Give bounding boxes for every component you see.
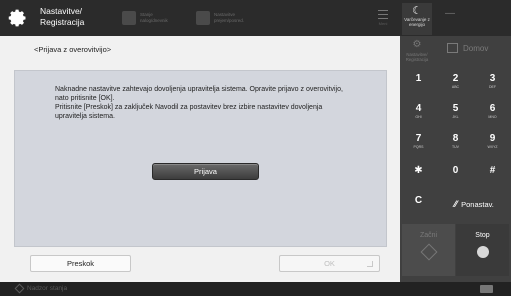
message-line-2: nato pritisnite [OK]. bbox=[55, 95, 115, 102]
clear-key[interactable]: C bbox=[400, 192, 437, 216]
status-monitor-button[interactable]: Nadzor stanja bbox=[14, 283, 68, 294]
key-3[interactable]: 3 DEF bbox=[474, 70, 511, 94]
key-0[interactable]: 0 bbox=[437, 162, 474, 186]
key-hash-digit: # bbox=[489, 165, 496, 176]
dash-button[interactable]: — bbox=[437, 8, 463, 28]
key-3-digit: 3 bbox=[489, 73, 496, 84]
key-1[interactable]: 1 bbox=[400, 70, 437, 94]
key-asterisk[interactable]: ✱ bbox=[400, 162, 437, 186]
key-2[interactable]: 2 ABC bbox=[437, 70, 474, 94]
key-9-letters: WXYZ bbox=[487, 145, 498, 149]
key-7[interactable]: 7 PQRS bbox=[400, 130, 437, 154]
skip-button[interactable]: Preskok bbox=[30, 255, 131, 272]
app-title-line1: Nastavitve/ bbox=[40, 6, 83, 16]
energy-saver-button[interactable]: ☾ Varčevanje z energijo bbox=[402, 3, 432, 35]
home-icon bbox=[447, 43, 458, 53]
message-line-3: Pritisnite [Preskok] za zaključek Navodi… bbox=[55, 104, 323, 111]
start-icon bbox=[420, 243, 437, 261]
job-status-icon bbox=[122, 11, 136, 25]
key-5[interactable]: 5 JKL bbox=[437, 100, 474, 124]
status-label: Nadzor stanja bbox=[27, 285, 68, 292]
app-title: Nastavitve/ Registracija bbox=[40, 6, 84, 28]
skip-button-label: Preskok bbox=[66, 259, 95, 268]
key-9[interactable]: 9 WXYZ bbox=[474, 130, 511, 154]
gear-small-icon: ⚙ bbox=[412, 39, 422, 50]
top-bar: Nastavitve/ Registracija Stanje nalog/dn… bbox=[0, 0, 511, 36]
stop-label: Stop bbox=[475, 232, 490, 239]
right-panel: ⚙ Nastavitve/ Registracija Domov 1 2 ABC … bbox=[400, 36, 511, 282]
key-2-digit: 2 bbox=[452, 73, 459, 84]
home-button[interactable]: Domov bbox=[447, 43, 488, 53]
energy-saver-label: Varčevanje z energijo bbox=[404, 17, 430, 27]
send-receive-icon bbox=[196, 11, 210, 25]
ok-button[interactable]: OK bbox=[279, 255, 380, 272]
menu-button[interactable]: Meni bbox=[368, 6, 398, 32]
job-status-label: Stanje nalog/dnevnik bbox=[140, 12, 168, 23]
breadcrumb: <Prijava z overovitvijo> bbox=[34, 45, 112, 54]
message-box: Naknadne nastavitve zahtevajo dovoljenja… bbox=[14, 70, 387, 247]
key-4[interactable]: 4 GHI bbox=[400, 100, 437, 124]
gear-icon bbox=[8, 9, 26, 27]
key-1-digit: 1 bbox=[415, 73, 422, 84]
status-bar: Nadzor stanja bbox=[0, 282, 511, 296]
key-7-letters: PQRS bbox=[413, 145, 424, 149]
stop-button[interactable]: Stop bbox=[456, 224, 509, 276]
key-8[interactable]: 8 TUV bbox=[437, 130, 474, 154]
reset-button[interactable]: ⁄⁄ Ponastav. bbox=[437, 192, 511, 216]
key-2-letters: ABC bbox=[451, 85, 460, 89]
main-panel: <Prijava z overovitvijo> Naknadne nastav… bbox=[0, 36, 400, 282]
key-6-digit: 6 bbox=[489, 103, 496, 114]
clear-key-label: C bbox=[414, 195, 423, 206]
ok-button-label: OK bbox=[324, 259, 335, 268]
send-receive-label: Nastavitve prejem/posred. bbox=[214, 12, 245, 23]
start-button[interactable]: Začni bbox=[402, 224, 455, 276]
message-text: Naknadne nastavitve zahtevajo dovoljenja… bbox=[55, 85, 375, 121]
settings-registration-button[interactable]: ⚙ Nastavitve/ Registracija bbox=[402, 38, 432, 68]
reset-label: Ponastav. bbox=[461, 199, 494, 209]
home-label: Domov bbox=[463, 43, 489, 53]
settings-registration-label: Nastavitve/ Registracija bbox=[405, 52, 429, 62]
key-5-digit: 5 bbox=[452, 103, 459, 114]
menu-label: Meni bbox=[378, 21, 388, 26]
enter-icon bbox=[367, 261, 373, 267]
key-8-letters: TUV bbox=[452, 145, 459, 149]
moon-icon: ☾ bbox=[412, 5, 422, 17]
key-9-digit: 9 bbox=[489, 133, 496, 144]
reset-icon: ⁄⁄ bbox=[454, 199, 458, 209]
stop-icon bbox=[476, 246, 489, 258]
battery-icon bbox=[480, 285, 493, 293]
key-hash[interactable]: # bbox=[474, 162, 511, 186]
send-receive-settings-button[interactable]: Nastavitve prejem/posred. bbox=[196, 8, 262, 28]
key-4-digit: 4 bbox=[415, 103, 422, 114]
job-status-button[interactable]: Stanje nalog/dnevnik bbox=[122, 8, 182, 28]
status-icon bbox=[14, 283, 25, 294]
message-line-1: Naknadne nastavitve zahtevajo dovoljenja… bbox=[55, 86, 343, 93]
key-4-letters: GHI bbox=[415, 115, 422, 119]
app-title-line2: Registracija bbox=[40, 17, 85, 27]
key-8-digit: 8 bbox=[452, 133, 459, 144]
key-7-digit: 7 bbox=[415, 133, 422, 144]
key-3-letters: DEF bbox=[489, 85, 496, 89]
key-5-letters: JKL bbox=[452, 115, 459, 119]
login-button[interactable]: Prijava bbox=[152, 163, 259, 180]
start-label: Začni bbox=[419, 232, 438, 239]
message-line-4: upravitelja sistema. bbox=[55, 113, 115, 120]
key-asterisk-digit: ✱ bbox=[414, 165, 423, 176]
key-6[interactable]: 6 MNO bbox=[474, 100, 511, 124]
menu-icon bbox=[378, 10, 388, 19]
key-0-digit: 0 bbox=[452, 165, 459, 176]
key-6-letters: MNO bbox=[488, 115, 497, 119]
